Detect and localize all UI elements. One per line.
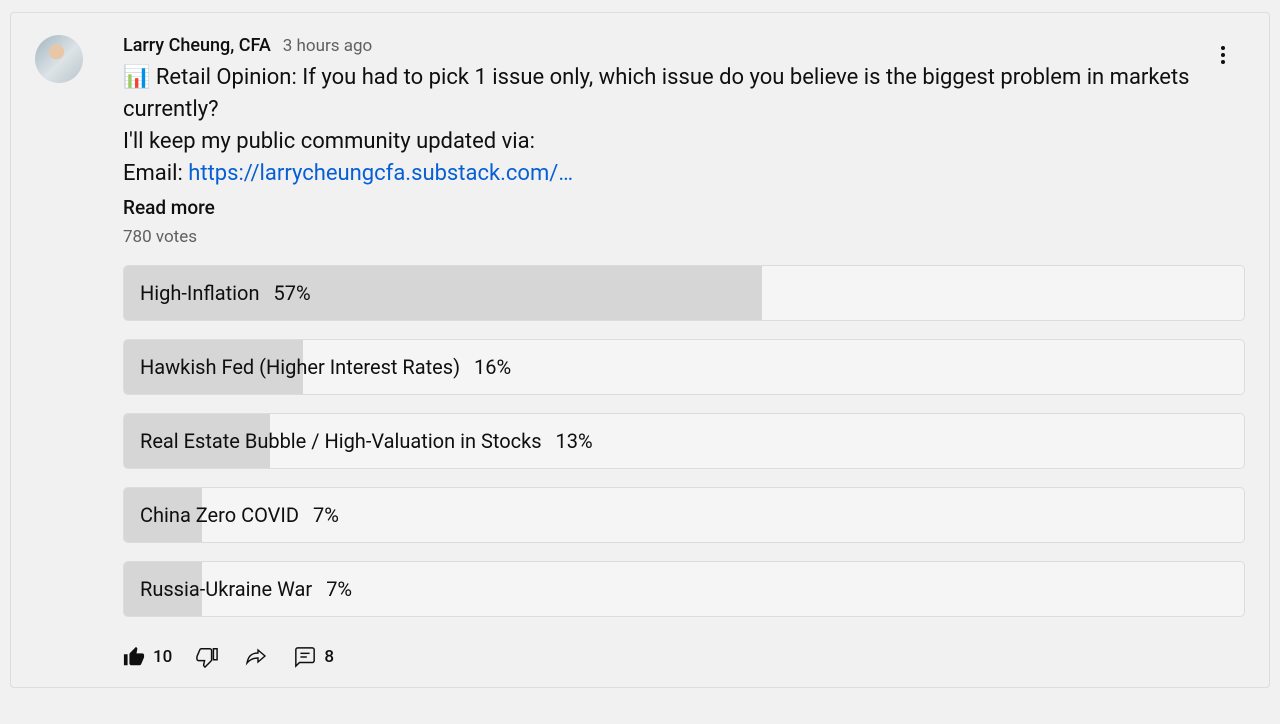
- more-options-button[interactable]: [1211, 43, 1235, 71]
- poll-option-label: High-Inflation: [140, 281, 259, 305]
- post-timestamp: 3 hours ago: [283, 36, 372, 56]
- poll-option-label: Russia-Ukraine War: [140, 577, 312, 601]
- poll-option-percent: 7%: [313, 503, 339, 527]
- substack-link[interactable]: https://larrycheungcfa.substack.com/: [188, 161, 558, 186]
- comment-count: 8: [324, 647, 334, 667]
- poll: High-Inflation 57% Hawkish Fed (Higher Int…: [123, 265, 1245, 617]
- poll-option-label: Hawkish Fed (Higher Interest Rates): [140, 355, 460, 379]
- poll-option[interactable]: Real Estate Bubble / High-Valuation in S…: [123, 413, 1245, 469]
- like-count: 10: [153, 647, 172, 667]
- comment-icon: [294, 646, 316, 668]
- like-button[interactable]: 10: [123, 646, 172, 668]
- read-more-button[interactable]: Read more: [123, 196, 1245, 219]
- poll-option-percent: 57%: [273, 281, 310, 305]
- thumbs-up-icon: [123, 646, 145, 668]
- poll-option-percent: 13%: [556, 429, 593, 453]
- vote-count: 780 votes: [123, 227, 1245, 247]
- poll-option[interactable]: Russia-Ukraine War 7%: [123, 561, 1245, 617]
- post-line-1: Retail Opinion: If you had to pick 1 iss…: [123, 65, 1190, 122]
- post-body: Larry Cheung, CFA 3 hours ago 📊 Retail O…: [123, 35, 1245, 669]
- post-line-3-label: Email:: [123, 161, 188, 186]
- dislike-button[interactable]: [196, 646, 218, 668]
- thumbs-down-icon: [196, 646, 218, 668]
- poll-option[interactable]: High-Inflation 57%: [123, 265, 1245, 321]
- poll-option-label: China Zero COVID: [140, 503, 299, 527]
- post-actions: 10 8: [123, 645, 1245, 669]
- vertical-dots-icon: [1211, 43, 1235, 67]
- share-arrow-icon: [242, 645, 270, 669]
- poll-option-percent: 7%: [326, 577, 352, 601]
- post-line-2: I'll keep my public community updated vi…: [123, 129, 535, 154]
- share-button[interactable]: [242, 645, 270, 669]
- poll-option[interactable]: China Zero COVID 7%: [123, 487, 1245, 543]
- author-avatar[interactable]: [35, 35, 83, 83]
- poll-option-content: High-Inflation 57%: [124, 266, 1244, 320]
- poll-option-content: Hawkish Fed (Higher Interest Rates) 16%: [124, 340, 1244, 394]
- poll-option-content: Russia-Ukraine War 7%: [124, 562, 1244, 616]
- author-name[interactable]: Larry Cheung, CFA: [123, 35, 271, 56]
- poll-option[interactable]: Hawkish Fed (Higher Interest Rates) 16%: [123, 339, 1245, 395]
- link-ellipsis: …: [558, 161, 573, 186]
- post-text: 📊 Retail Opinion: If you had to pick 1 i…: [123, 62, 1245, 190]
- comments-button[interactable]: 8: [294, 646, 334, 668]
- poll-option-content: China Zero COVID 7%: [124, 488, 1244, 542]
- poll-option-percent: 16%: [474, 355, 511, 379]
- author-row: Larry Cheung, CFA 3 hours ago: [123, 35, 1245, 56]
- community-post-card: Larry Cheung, CFA 3 hours ago 📊 Retail O…: [10, 12, 1270, 688]
- poll-option-label: Real Estate Bubble / High-Valuation in S…: [140, 429, 542, 453]
- poll-emoji-icon: 📊: [123, 65, 150, 90]
- poll-option-content: Real Estate Bubble / High-Valuation in S…: [124, 414, 1244, 468]
